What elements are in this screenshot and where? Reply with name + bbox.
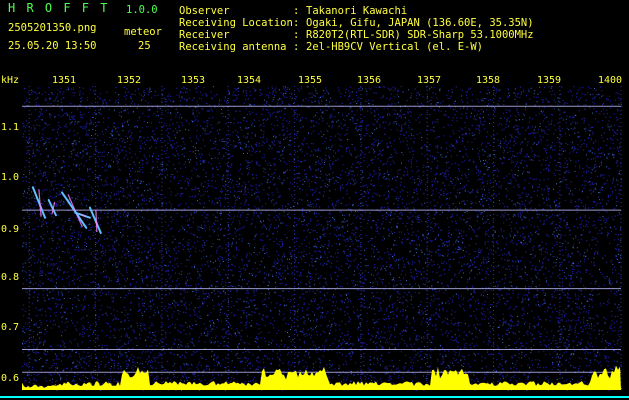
antenna-label: Receiving antenna (179, 41, 287, 53)
x-tick-label: 1357 (417, 75, 441, 86)
y-tick-label: 0.7 (1, 322, 19, 333)
app-version: 1.0.0 (126, 4, 158, 16)
meteor-count: 25 (138, 40, 151, 52)
y-axis-unit: kHz (1, 75, 19, 86)
receiver-label: Receiver (179, 29, 230, 41)
observer-label: Observer (179, 5, 230, 17)
receiver-value: R820T2(RTL-SDR) SDR-Sharp 53.1000MHz (306, 29, 534, 41)
meteor-label: meteor (124, 26, 162, 38)
receiver-sep: : (293, 29, 300, 41)
antenna-sep: : (293, 41, 300, 53)
x-tick-label: 1400 (598, 75, 622, 86)
y-tick-label: 0.9 (1, 224, 19, 235)
location-sep: : (293, 17, 300, 29)
observer-sep: : (293, 5, 300, 17)
location-label: Receiving Location (179, 17, 293, 29)
antenna-value: 2el-HB9CV Vertical (el. E-W) (306, 41, 484, 53)
spectrogram-svg: 1351 1352 1353 1354 1355 1356 1357 1358 1359 1400… (0, 72, 629, 400)
location-value: Ogaki, Gifu, JAPAN (136.60E, 35.35N) (306, 17, 534, 29)
x-tick-label: 1352 (117, 75, 141, 86)
y-tick-label: 1.1 (1, 122, 19, 133)
y-tick-label: 0.6 (1, 373, 19, 384)
x-tick-label: 1355 (298, 75, 322, 86)
observer-value: Takanori Kawachi (306, 5, 408, 17)
x-tick-label: 1354 (237, 75, 261, 86)
observation-datetime: 25.05.20 13:50 (8, 40, 97, 52)
x-tick-label: 1353 (181, 75, 205, 86)
x-tick-label: 1358 (476, 75, 500, 86)
y-tick-label: 1.0 (1, 172, 19, 183)
x-tick-label: 1356 (357, 75, 381, 86)
x-tick-label: 1359 (537, 75, 561, 86)
app-name: H R O F F T (8, 1, 110, 15)
image-filename: 2505201350.png (8, 22, 97, 34)
header-panel: H R O F F T 1.0.0 2505201350.png meteor … (0, 0, 629, 72)
spectrogram-plot: 1351 1352 1353 1354 1355 1356 1357 1358 1359 1400… (0, 72, 629, 400)
y-tick-label: 0.8 (1, 272, 19, 283)
x-tick-label: 1351 (52, 75, 76, 86)
